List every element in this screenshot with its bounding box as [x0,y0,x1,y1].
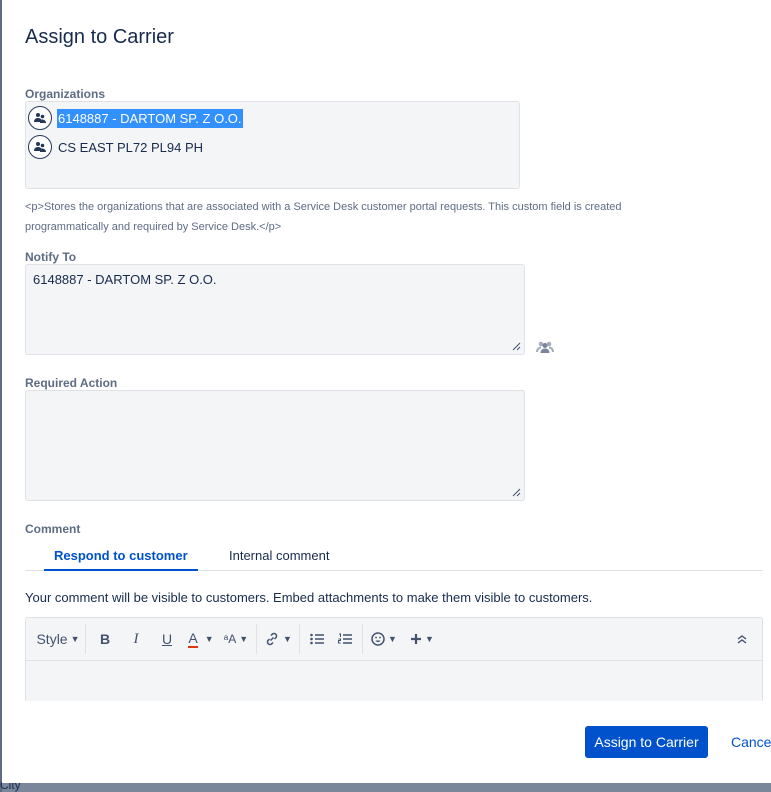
text-color-label: A [188,629,198,648]
chevron-down-icon: ▼ [283,634,292,644]
notify-to-label: Notify To [25,250,77,264]
style-label: Style [36,631,68,647]
collapse-toolbar-button[interactable] [732,624,752,654]
comment-visibility-note: Your comment will be visible to customer… [25,590,593,605]
toolbar-divider [85,624,86,654]
emoji-icon [371,632,385,646]
required-action-label: Required Action [25,376,118,390]
numbered-list-button[interactable] [331,624,359,654]
bullet-list-button[interactable] [303,624,331,654]
organization-icon [28,135,52,159]
more-formatting-button[interactable]: ᵃA ▼ [219,624,253,654]
cancel-button[interactable]: Cancel [731,734,771,750]
chevron-down-icon: ▼ [388,634,397,644]
tab-internal-comment[interactable]: Internal comment [219,547,339,571]
link-button[interactable]: ▼ [260,624,296,654]
underline-button[interactable]: U [151,624,183,654]
organizations-label: Organizations [25,87,106,101]
bold-button[interactable]: B [89,624,121,654]
bullet-list-icon [310,633,324,645]
emoji-button[interactable]: ▼ [366,624,402,654]
text-color-button[interactable]: A ▼ [183,624,219,654]
user-picker-icon[interactable] [536,340,554,354]
more-formatting-label: ᵃA [223,632,237,646]
assign-to-carrier-button[interactable]: Assign to Carrier [585,726,708,758]
notify-to-value: 6148887 - DARTOM SP. Z O.O. [33,272,217,287]
toolbar-divider [362,624,363,654]
dialog-title: Assign to Carrier [25,26,174,48]
organizations-help-text: <p>Stores the organizations that are ass… [25,201,622,233]
toolbar-divider [299,624,300,654]
plus-icon [411,634,422,644]
organization-icon [28,106,52,130]
style-dropdown[interactable]: Style ▼ [36,624,80,654]
organizations-field[interactable]: 6148887 - DARTOM SP. Z O.O. CS EAST PL72… [25,101,520,189]
numbered-list-icon [338,633,352,644]
assign-to-carrier-dialog: Assign to Carrier Organizations 6148887 … [2,0,771,783]
insert-button[interactable]: ▼ [402,624,442,654]
organization-item[interactable]: 6148887 - DARTOM SP. Z O.O. [28,106,243,130]
required-action-field[interactable] [25,390,525,501]
organization-name: CS EAST PL72 PL94 PH [58,139,204,155]
toolbar-divider [256,624,257,654]
editor-toolbar: Style ▼ B I U A ▼ ᵃA ▼ ▼ ▼ ▼ [26,618,762,661]
double-chevron-up-icon [737,635,747,644]
chevron-down-icon: ▼ [239,634,249,644]
comment-tabs: Respond to customer Internal comment [25,543,763,571]
resize-handle-icon[interactable] [512,342,521,351]
chevron-down-icon: ▼ [425,634,434,644]
notify-to-field[interactable]: 6148887 - DARTOM SP. Z O.O. [25,264,525,355]
organization-name: 6148887 - DARTOM SP. Z O.O. [57,108,243,128]
comment-label: Comment [25,522,81,536]
resize-handle-icon[interactable] [512,488,521,497]
link-icon [266,632,278,646]
chevron-down-icon: ▼ [204,634,214,644]
chevron-down-icon: ▼ [70,634,80,644]
tab-respond-to-customer[interactable]: Respond to customer [44,547,198,571]
comment-editor[interactable]: Style ▼ B I U A ▼ ᵃA ▼ ▼ ▼ ▼ [25,617,763,701]
italic-button[interactable]: I [121,624,151,654]
organization-item[interactable]: CS EAST PL72 PL94 PH [28,135,204,159]
